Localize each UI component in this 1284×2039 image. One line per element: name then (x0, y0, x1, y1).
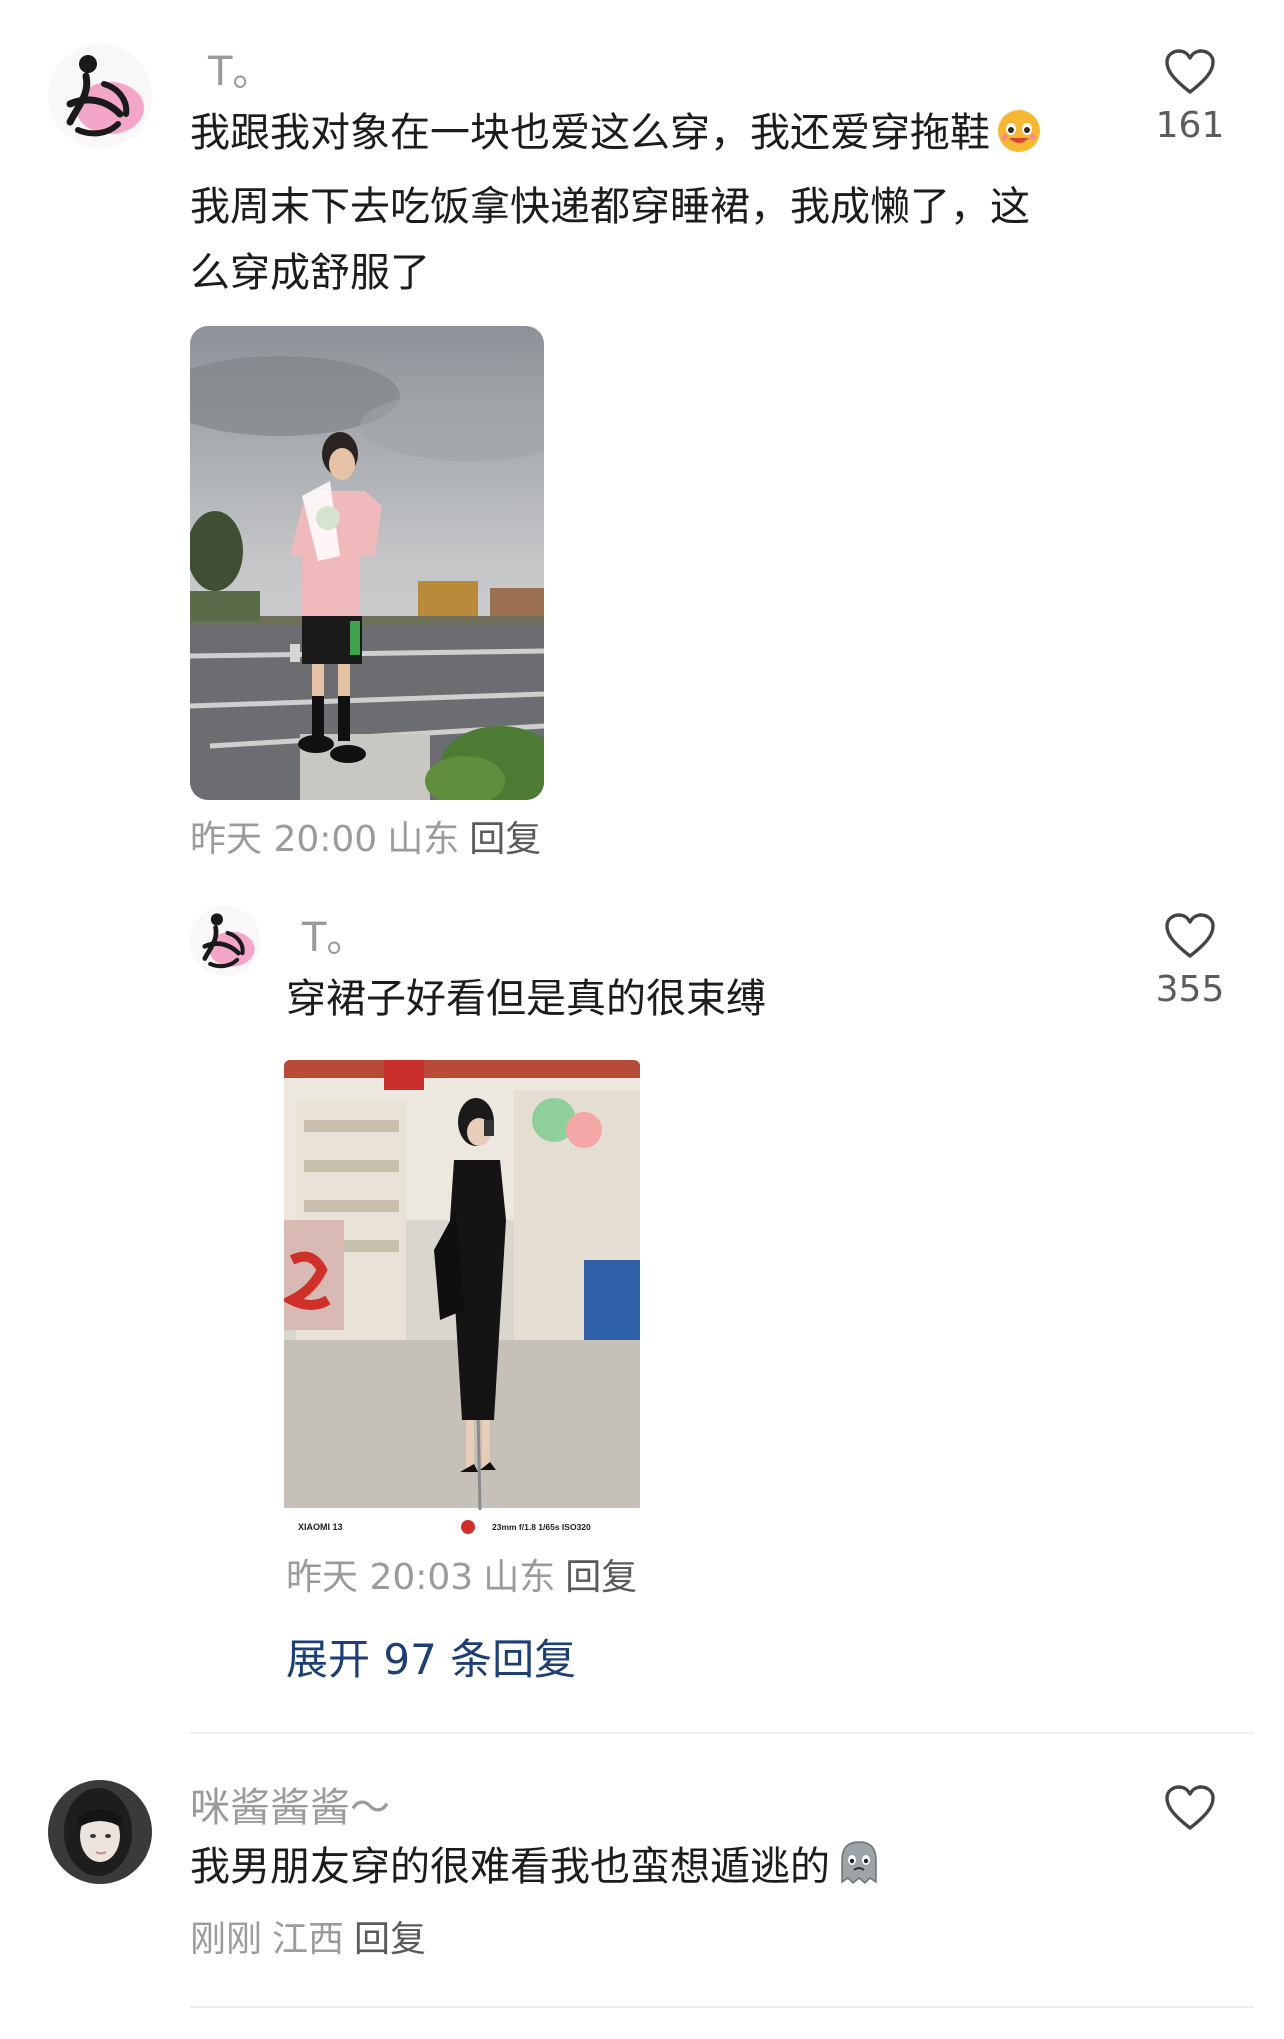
comment-text: 我男朋友穿的很难看我也蛮想遁逃的 (190, 1834, 1110, 1908)
heart-outline-icon (1165, 49, 1215, 94)
comment-photo[interactable]: XIAOMI 13 23mm f/1.8 1/65s ISO320 (284, 1060, 640, 1546)
comment-feed: T。 我跟我对象在一块也爱这么穿，我还爱穿拖鞋 我周末下去吃饭拿快递都穿睡裙，我… (0, 0, 1284, 2039)
comment-location: 山东 (483, 1557, 556, 1598)
like-button[interactable]: 161 (1130, 48, 1250, 148)
divider (190, 1732, 1254, 1734)
comment-meta: 昨天 20:00 山东 回复 (190, 816, 541, 864)
portrait-avatar-icon (48, 1780, 152, 1884)
expand-replies-link[interactable]: 展开 97 条回复 (286, 1634, 576, 1686)
divider (190, 2006, 1254, 2008)
leica-logo-icon (461, 1520, 475, 1534)
camera-model-caption: XIAOMI 13 (298, 1522, 343, 1532)
reply-button[interactable]: 回复 (354, 1919, 426, 1960)
avatar[interactable] (48, 44, 152, 148)
username[interactable]: T。 (208, 48, 272, 96)
comment-meta: 昨天 20:03 山东 回复 (286, 1554, 637, 1602)
comment-text-line: 我周末下去吃饭拿快递都穿睡裙，我成懒了，这 (190, 184, 1030, 230)
camera-settings-caption: 23mm f/1.8 1/65s ISO320 (492, 1522, 591, 1532)
laughing-face-emoji-icon (994, 104, 1044, 174)
avatar[interactable] (190, 906, 260, 976)
comment-time: 刚刚 (190, 1919, 263, 1960)
username[interactable]: 咪酱酱酱～ (190, 1784, 390, 1832)
photo-girl-black-dress-icon: XIAOMI 13 23mm f/1.8 1/65s ISO320 (284, 1060, 640, 1546)
heart-outline-icon (1165, 913, 1215, 958)
like-button[interactable] (1130, 1784, 1250, 1840)
finger-heart-avatar-icon (190, 906, 260, 976)
comment-meta: 刚刚 江西 回复 (190, 1916, 426, 1964)
like-count: 161 (1155, 105, 1225, 146)
comment-location: 山东 (387, 819, 460, 860)
comment-text-line: 么穿成舒服了 (190, 250, 430, 296)
comment-photo[interactable] (190, 326, 544, 800)
comment-text: 我跟我对象在一块也爱这么穿，我还爱穿拖鞋 我周末下去吃饭拿快递都穿睡裙，我成懒了… (190, 100, 1110, 306)
like-count: 355 (1155, 969, 1225, 1010)
comment-text: 穿裙子好看但是真的很束缚 (286, 976, 766, 1022)
comment-text-line: 我跟我对象在一块也爱这么穿，我还爱穿拖鞋 (190, 110, 990, 156)
like-button[interactable]: 355 (1130, 912, 1250, 1012)
comment-location: 江西 (272, 1919, 345, 1960)
reply-button[interactable]: 回复 (469, 819, 541, 860)
reply-button[interactable]: 回复 (565, 1557, 637, 1598)
heart-outline-icon (1165, 1785, 1215, 1830)
comment-time: 昨天 20:00 (190, 819, 378, 860)
avatar[interactable] (48, 1780, 152, 1884)
username[interactable]: T。 (302, 914, 366, 962)
comment-time: 昨天 20:03 (286, 1557, 474, 1598)
finger-heart-avatar-icon (48, 44, 152, 148)
ghost-pout-emoji-icon (834, 1838, 884, 1908)
comment-text-line: 我男朋友穿的很难看我也蛮想遁逃的 (190, 1844, 830, 1890)
photo-girl-pink-shirt-icon (190, 326, 544, 800)
